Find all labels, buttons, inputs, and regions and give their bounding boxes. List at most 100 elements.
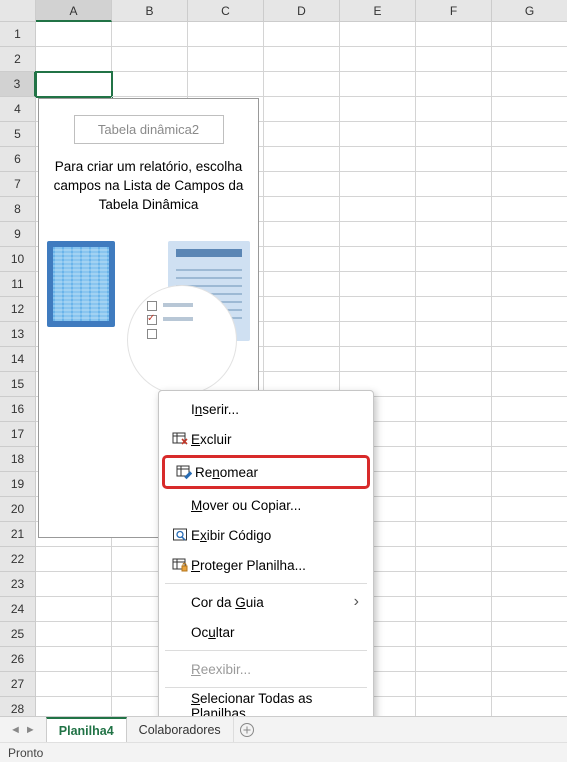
row-header-20[interactable]: 20 (0, 497, 36, 522)
cell[interactable] (492, 672, 567, 697)
cell[interactable] (492, 72, 567, 97)
cell[interactable] (340, 347, 416, 372)
row-header-26[interactable]: 26 (0, 647, 36, 672)
menu-item-mover[interactable]: Mover ou Copiar... (159, 490, 373, 520)
cell[interactable] (416, 247, 492, 272)
cell[interactable] (416, 347, 492, 372)
row-header-1[interactable]: 1 (0, 22, 36, 47)
row-header-18[interactable]: 18 (0, 447, 36, 472)
tab-nav-arrows[interactable]: ◄► (0, 717, 46, 742)
cell[interactable] (416, 672, 492, 697)
cell[interactable] (264, 297, 340, 322)
cell[interactable] (492, 372, 567, 397)
cell[interactable] (416, 97, 492, 122)
cell[interactable] (416, 572, 492, 597)
cell[interactable] (492, 597, 567, 622)
cell[interactable] (36, 47, 112, 72)
row-header-25[interactable]: 25 (0, 622, 36, 647)
cell[interactable] (36, 547, 112, 572)
cell[interactable] (264, 147, 340, 172)
cell[interactable] (340, 297, 416, 322)
cell[interactable] (416, 472, 492, 497)
cell[interactable] (340, 97, 416, 122)
menu-item-ocultar[interactable]: Ocultar (159, 617, 373, 647)
row-header-23[interactable]: 23 (0, 572, 36, 597)
cell[interactable] (340, 322, 416, 347)
cell[interactable] (416, 272, 492, 297)
row-header-22[interactable]: 22 (0, 547, 36, 572)
select-all-corner[interactable] (0, 0, 36, 22)
cell[interactable] (112, 72, 188, 97)
cell[interactable] (264, 47, 340, 72)
cell[interactable] (188, 47, 264, 72)
cell[interactable] (264, 247, 340, 272)
cell[interactable] (492, 547, 567, 572)
cell[interactable] (492, 472, 567, 497)
cell[interactable] (340, 272, 416, 297)
cell[interactable] (340, 22, 416, 47)
cell[interactable] (492, 422, 567, 447)
row-header-17[interactable]: 17 (0, 422, 36, 447)
cell[interactable] (492, 97, 567, 122)
row-header-24[interactable]: 24 (0, 597, 36, 622)
cell[interactable] (416, 122, 492, 147)
cell[interactable] (264, 197, 340, 222)
cell[interactable] (492, 47, 567, 72)
cell[interactable] (492, 197, 567, 222)
row-header-2[interactable]: 2 (0, 47, 36, 72)
cell[interactable] (340, 72, 416, 97)
cell[interactable] (492, 397, 567, 422)
cell[interactable] (416, 397, 492, 422)
cell[interactable] (36, 72, 112, 97)
cell[interactable] (264, 97, 340, 122)
cell[interactable] (36, 647, 112, 672)
cell[interactable] (264, 172, 340, 197)
cell[interactable] (264, 222, 340, 247)
row-header-14[interactable]: 14 (0, 347, 36, 372)
cell[interactable] (492, 322, 567, 347)
cell[interactable] (36, 597, 112, 622)
cell[interactable] (340, 47, 416, 72)
cell[interactable] (416, 297, 492, 322)
menu-item-cor[interactable]: Cor da Guia (159, 587, 373, 617)
row-header-12[interactable]: 12 (0, 297, 36, 322)
cell[interactable] (416, 72, 492, 97)
cell[interactable] (112, 22, 188, 47)
cell[interactable] (188, 72, 264, 97)
cell[interactable] (492, 222, 567, 247)
cell[interactable] (416, 197, 492, 222)
row-header-6[interactable]: 6 (0, 147, 36, 172)
cell[interactable] (416, 172, 492, 197)
cell[interactable] (416, 322, 492, 347)
cell[interactable] (492, 647, 567, 672)
row-header-5[interactable]: 5 (0, 122, 36, 147)
cell[interactable] (340, 122, 416, 147)
cell[interactable] (264, 322, 340, 347)
row-header-9[interactable]: 9 (0, 222, 36, 247)
cell[interactable] (416, 422, 492, 447)
cell[interactable] (492, 247, 567, 272)
cell[interactable] (264, 22, 340, 47)
cell[interactable] (492, 447, 567, 472)
cell[interactable] (36, 622, 112, 647)
new-sheet-button[interactable] (234, 717, 260, 742)
column-header-D[interactable]: D (264, 0, 340, 22)
column-header-A[interactable]: A (36, 0, 112, 22)
cell[interactable] (264, 122, 340, 147)
cell[interactable] (340, 147, 416, 172)
row-header-3[interactable]: 3 (0, 72, 36, 97)
cell[interactable] (492, 272, 567, 297)
cell[interactable] (36, 672, 112, 697)
cell[interactable] (340, 172, 416, 197)
cell[interactable] (416, 622, 492, 647)
cell[interactable] (492, 572, 567, 597)
column-header-B[interactable]: B (112, 0, 188, 22)
cell[interactable] (36, 22, 112, 47)
cell[interactable] (340, 197, 416, 222)
row-header-19[interactable]: 19 (0, 472, 36, 497)
sheet-tab-colaboradores[interactable]: Colaboradores (127, 717, 234, 742)
column-header-C[interactable]: C (188, 0, 264, 22)
menu-item-excluir[interactable]: Excluir (159, 424, 373, 454)
row-header-4[interactable]: 4 (0, 97, 36, 122)
cell[interactable] (264, 347, 340, 372)
